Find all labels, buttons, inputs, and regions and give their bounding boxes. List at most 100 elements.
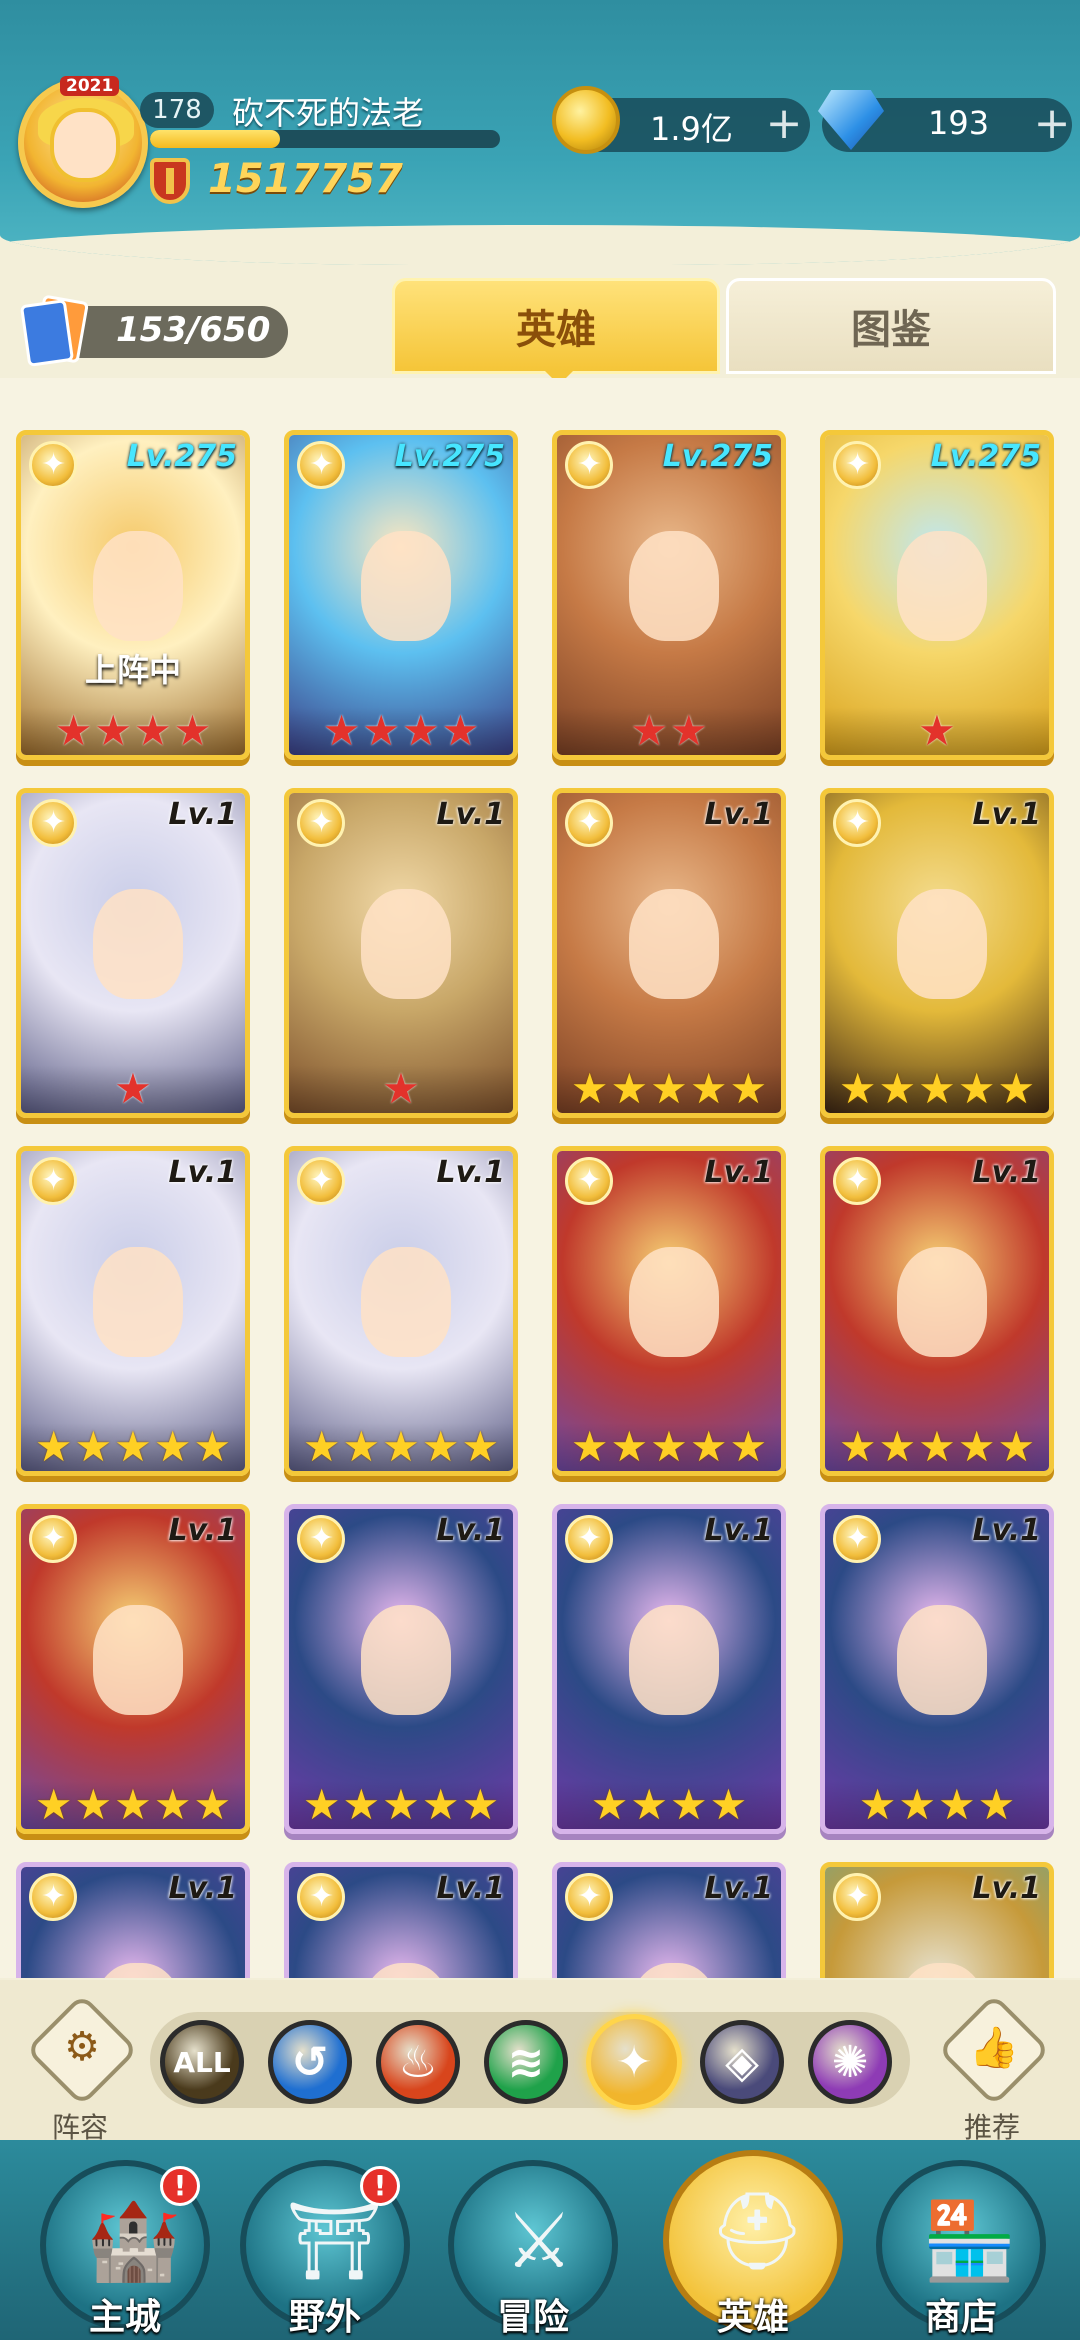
avatar-face xyxy=(50,108,120,182)
star-icon: ★ xyxy=(650,1064,688,1113)
filter-water-icon[interactable]: ↺ xyxy=(268,2020,352,2104)
hero-stars: ★ ★ xyxy=(557,707,781,755)
nav-label: 英雄 xyxy=(716,2297,789,2338)
hero-level: Lv.1 xyxy=(436,797,506,832)
filter-nature-icon[interactable]: ≋ xyxy=(484,2020,568,2104)
hero-card[interactable]: Lv.1 xyxy=(552,1862,786,1978)
hero-face xyxy=(361,1605,451,1715)
hero-stars: ★ ★ ★ ★ xyxy=(557,1781,781,1829)
filter-fire-icon[interactable]: ♨ xyxy=(376,2020,460,2104)
hero-card[interactable]: Lv.1★★★★★ xyxy=(820,1146,1054,1476)
star-icon: ★ xyxy=(938,1780,976,1829)
star-icon: ★ xyxy=(689,1422,728,1471)
hero-card[interactable]: Lv.1★★★★★ xyxy=(16,1146,250,1476)
element-light-icon xyxy=(29,1157,77,1205)
hero-face xyxy=(897,889,987,999)
star-icon: ★ xyxy=(709,1780,748,1829)
hero-card[interactable]: Lv.1 ★ xyxy=(284,788,518,1118)
hero-level: Lv.1 xyxy=(436,1155,506,1190)
hero-card[interactable]: Lv.275 ★ xyxy=(820,430,1054,760)
add-gems-button[interactable]: + xyxy=(1032,102,1072,146)
hero-count: 153/650 xyxy=(116,310,271,350)
element-light-icon xyxy=(833,441,881,489)
hero-stars: ★ xyxy=(21,1065,245,1113)
hero-card[interactable]: Lv.1★★★★★ xyxy=(16,1504,250,1834)
add-gold-button[interactable]: + xyxy=(764,102,804,146)
player-name: 砍不死的法老 xyxy=(232,94,425,132)
hero-card[interactable]: Lv.1 ★ xyxy=(16,788,250,1118)
star-icon: ★ xyxy=(461,1780,500,1829)
player-avatar[interactable]: 2021 xyxy=(18,76,148,208)
hero-level: Lv.1 xyxy=(168,1871,238,1906)
hero-card[interactable]: Lv.1 xyxy=(284,1862,518,1978)
portal-icon: ⛩ xyxy=(286,2196,383,2285)
hero-card[interactable]: Lv.1★★★★★ xyxy=(284,1146,518,1476)
star-icon: ★ xyxy=(34,1422,73,1471)
star-icon: ★ xyxy=(898,1780,936,1829)
hero-level: Lv.1 xyxy=(704,1513,774,1548)
star-icon: ★ xyxy=(610,1064,649,1113)
star-icon: ★ xyxy=(322,706,361,755)
star-icon: ★ xyxy=(838,1422,877,1471)
hero-stars: ★ ★ ★ ★ ★ xyxy=(21,1781,245,1829)
star-icon: ★ xyxy=(957,1422,996,1471)
hero-face xyxy=(361,889,451,999)
hero-stars: ★ ★ ★ ★ xyxy=(21,707,245,755)
lineup-button[interactable]: ⚙ xyxy=(25,1993,139,2120)
tab-heroes[interactable]: 英雄 xyxy=(392,278,720,385)
hero-level: Lv.1 xyxy=(972,1871,1042,1906)
nav-label: 商店 xyxy=(924,2297,997,2338)
star-icon: ★ xyxy=(421,1780,460,1829)
star-icon: ★ xyxy=(193,1422,232,1471)
star-icon: ★ xyxy=(114,1780,152,1829)
hero-face xyxy=(897,531,987,641)
hero-card[interactable]: Lv.1★★★★★ xyxy=(552,1146,786,1476)
hero-card[interactable]: Lv.1 ★★★★ xyxy=(552,1504,786,1834)
hero-stars: ★ ★ ★ ★ xyxy=(289,707,513,755)
hero-stars: ★ ★ ★ ★ ★ xyxy=(21,1423,245,1471)
filter-arcane-icon[interactable]: ✺ xyxy=(808,2020,892,2104)
hero-face xyxy=(629,1247,719,1357)
hero-card[interactable]: Lv.1★★★★★ xyxy=(820,788,1054,1118)
gem-value: 193 xyxy=(928,104,990,142)
hero-card[interactable]: Lv.1 xyxy=(820,1862,1054,1978)
star-icon: ★ xyxy=(610,1422,649,1471)
hero-card[interactable]: Lv.275 ★★★★ xyxy=(284,430,518,760)
hero-level: Lv.1 xyxy=(972,1513,1042,1548)
filter-light-icon[interactable]: ✦ xyxy=(586,2014,682,2110)
hero-card[interactable]: Lv.1★★★★ xyxy=(820,1504,1054,1834)
xp-bar xyxy=(150,130,500,148)
star-icon: ★ xyxy=(461,1422,500,1471)
element-light-icon xyxy=(565,1157,613,1205)
filter-dark-icon[interactable]: ◈ xyxy=(700,2020,784,2104)
star-icon: ★ xyxy=(441,706,480,755)
star-icon: ★ xyxy=(153,1780,192,1829)
star-icon: ★ xyxy=(997,1064,1036,1113)
tab-atlas[interactable]: 图鉴 xyxy=(726,278,1056,374)
element-light-icon xyxy=(297,799,345,847)
star-icon: ★ xyxy=(918,1064,956,1113)
power-value: 1517757 xyxy=(208,156,403,202)
star-icon: ★ xyxy=(670,706,708,755)
hero-card[interactable]: Lv.275 ★★ xyxy=(552,430,786,760)
element-light-icon xyxy=(833,799,881,847)
hero-face xyxy=(93,531,183,641)
star-icon: ★ xyxy=(34,1780,73,1829)
recommend-button[interactable]: 👍 xyxy=(937,1993,1051,2120)
hero-level: Lv.1 xyxy=(704,1155,774,1190)
hero-face xyxy=(629,889,719,999)
star-icon: ★ xyxy=(729,1064,768,1113)
hero-status: 上阵中 xyxy=(84,651,181,689)
element-light-icon xyxy=(565,1515,613,1563)
star-icon: ★ xyxy=(402,706,440,755)
star-icon: ★ xyxy=(153,1422,192,1471)
element-light-icon xyxy=(565,441,613,489)
hero-card[interactable]: Lv.1 xyxy=(16,1862,250,1978)
hero-level: Lv.275 xyxy=(394,439,505,474)
hero-level: Lv.1 xyxy=(436,1871,506,1906)
hero-card[interactable]: Lv.1★★★★★ xyxy=(284,1504,518,1834)
hero-face xyxy=(897,1247,987,1357)
hero-card[interactable]: Lv.275上阵中★★★★ xyxy=(16,430,250,760)
filter-all[interactable]: ALL xyxy=(160,2020,244,2104)
hero-card[interactable]: Lv.1★★★★★ xyxy=(552,788,786,1118)
